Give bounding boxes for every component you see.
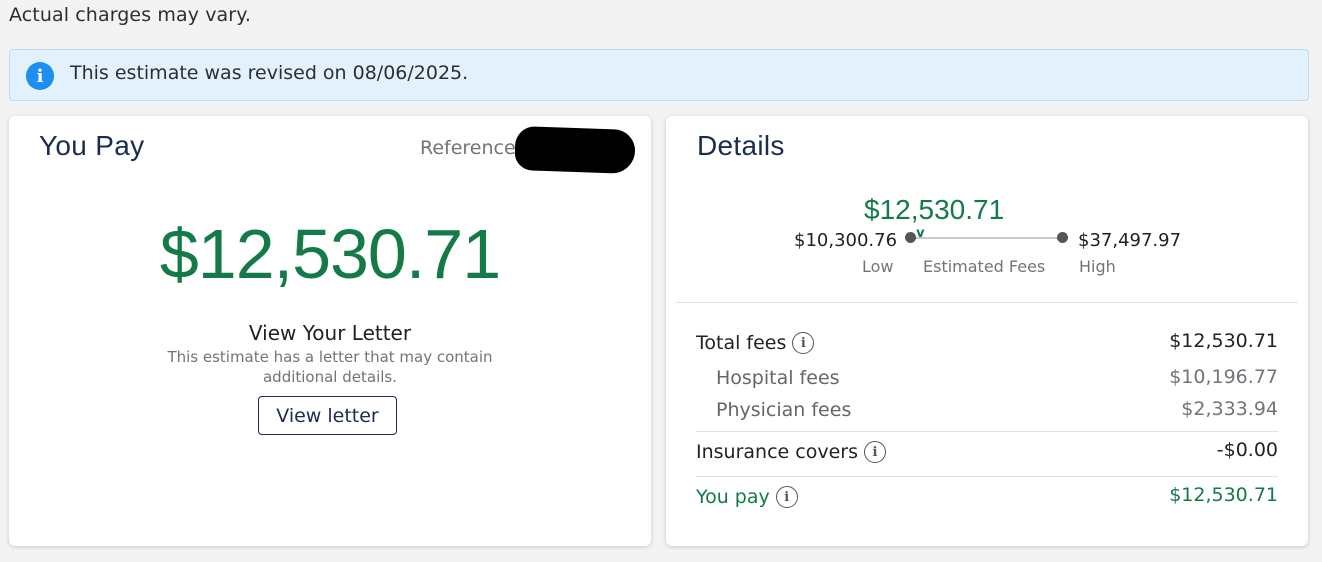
estimate-marker-icon: v bbox=[916, 226, 925, 241]
total-fees-info-icon[interactable]: i bbox=[792, 332, 815, 354]
total-fees-value: $12,530.71 bbox=[1169, 330, 1278, 352]
total-fees-label: Total fees i bbox=[696, 332, 815, 354]
range-low-dot bbox=[905, 232, 916, 243]
estimated-fees-label: Estimated Fees bbox=[923, 257, 1046, 276]
details-divider bbox=[676, 302, 1298, 303]
row-divider bbox=[696, 431, 1278, 432]
reference-redaction bbox=[514, 125, 636, 175]
physician-fees-value: $2,333.94 bbox=[1181, 398, 1278, 420]
insurance-covers-text: Insurance covers bbox=[696, 441, 858, 463]
you-pay-text: You pay bbox=[696, 486, 770, 508]
you-pay-title: You Pay bbox=[39, 130, 145, 161]
letter-title: View Your Letter bbox=[248, 321, 412, 345]
notice-text: This estimate was revised on 08/06/2025. bbox=[70, 62, 469, 84]
reference-label: Reference bbox=[420, 137, 516, 159]
you-pay-card: You Pay Reference $12,530.71 View Your L… bbox=[9, 116, 651, 546]
fee-range-line bbox=[911, 237, 1063, 239]
you-pay-label: You pay i bbox=[696, 486, 798, 508]
insurance-covers-label: Insurance covers i bbox=[696, 441, 886, 463]
physician-fees-label: Physician fees bbox=[716, 399, 852, 421]
hospital-fees-value: $10,196.77 bbox=[1169, 366, 1278, 388]
you-pay-value: $12,530.71 bbox=[1169, 484, 1278, 506]
details-card: Details $12,530.71 $10,300.76 v $37,497.… bbox=[666, 116, 1308, 546]
you-pay-amount: $12,530.71 bbox=[159, 215, 501, 293]
range-high-dot bbox=[1057, 232, 1068, 243]
letter-description: This estimate has a letter that may cont… bbox=[167, 348, 493, 386]
high-fee-value: $37,497.97 bbox=[1078, 230, 1182, 251]
row-divider bbox=[696, 476, 1278, 477]
revision-notice: i This estimate was revised on 08/06/202… bbox=[9, 49, 1309, 101]
details-title: Details bbox=[697, 130, 785, 161]
low-fee-value: $10,300.76 bbox=[794, 230, 898, 251]
disclaimer-text: Actual charges may vary. bbox=[9, 4, 251, 26]
high-label: High bbox=[1079, 257, 1116, 276]
you-pay-info-icon[interactable]: i bbox=[775, 486, 798, 508]
total-fees-text: Total fees bbox=[696, 332, 787, 354]
insurance-covers-value: -$0.00 bbox=[1216, 439, 1278, 461]
estimated-fee-value: $12,530.71 bbox=[864, 194, 1005, 225]
info-icon: i bbox=[26, 62, 54, 90]
view-letter-button[interactable]: View letter bbox=[258, 396, 397, 435]
low-label: Low bbox=[862, 257, 894, 276]
insurance-info-icon[interactable]: i bbox=[863, 441, 886, 463]
hospital-fees-label: Hospital fees bbox=[716, 367, 840, 389]
